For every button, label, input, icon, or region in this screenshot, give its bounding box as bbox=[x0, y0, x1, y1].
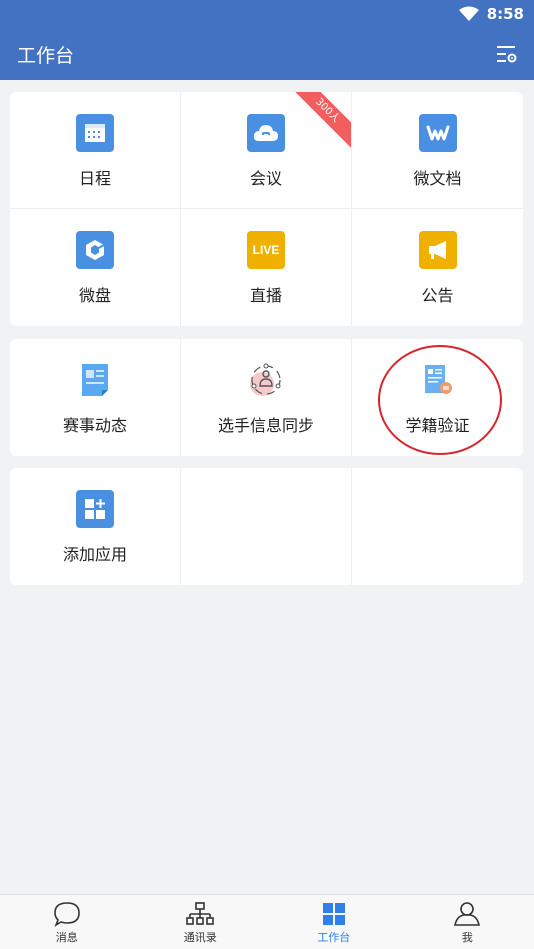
app-label: 公告 bbox=[421, 286, 454, 305]
live-icon-text: LIVE bbox=[252, 243, 280, 257]
app-label: 微文档 bbox=[413, 169, 462, 188]
bottom-tab-bar: 消息 通讯录 工作台 我 bbox=[0, 894, 534, 949]
empty-cell bbox=[352, 468, 523, 585]
chat-icon bbox=[53, 902, 80, 927]
settings-filter-icon[interactable] bbox=[496, 43, 518, 65]
capacity-badge: 300人 bbox=[288, 92, 351, 150]
app-event-news[interactable]: 赛事动态 bbox=[10, 339, 181, 456]
tab-messages[interactable]: 消息 bbox=[0, 895, 134, 949]
tab-contacts[interactable]: 通讯录 bbox=[134, 895, 268, 949]
tab-workbench[interactable]: 工作台 bbox=[267, 895, 401, 949]
megaphone-icon bbox=[418, 231, 457, 269]
page-title: 工作台 bbox=[17, 44, 75, 67]
live-icon: LIVE bbox=[247, 231, 285, 269]
apps-card-competition: 赛事动态 选手信息同步 学籍验证 bbox=[10, 339, 523, 456]
app-label: 添加应用 bbox=[62, 545, 127, 564]
empty-cell bbox=[181, 468, 352, 585]
sync-user-icon bbox=[247, 361, 285, 399]
app-live[interactable]: LIVE 直播 bbox=[181, 209, 352, 326]
tab-label: 消息 bbox=[55, 931, 78, 944]
app-header: 工作台 bbox=[0, 28, 534, 80]
apps-card-main: 日程 300人 会议 微文档 微盘 LIVE 直播 公告 bbox=[10, 92, 523, 326]
apps-card-add: 添加应用 bbox=[10, 468, 523, 585]
app-add-application[interactable]: 添加应用 bbox=[10, 468, 181, 585]
app-label: 赛事动态 bbox=[62, 416, 127, 435]
doc-w-icon bbox=[418, 114, 457, 152]
app-schedule[interactable]: 日程 bbox=[10, 92, 181, 209]
grid-icon bbox=[322, 903, 345, 925]
app-weidoc[interactable]: 微文档 bbox=[352, 92, 523, 209]
app-player-sync[interactable]: 选手信息同步 bbox=[181, 339, 352, 456]
app-label: 选手信息同步 bbox=[217, 416, 314, 435]
app-meeting[interactable]: 300人 会议 bbox=[181, 92, 352, 209]
tab-label: 通讯录 bbox=[183, 931, 217, 944]
status-bar: 8:58 bbox=[0, 0, 534, 28]
app-announcement[interactable]: 公告 bbox=[352, 209, 523, 326]
tab-me[interactable]: 我 bbox=[401, 895, 534, 949]
add-app-icon bbox=[76, 490, 114, 528]
tab-label: 我 bbox=[461, 931, 473, 944]
org-chart-icon bbox=[186, 902, 215, 925]
app-weidisk[interactable]: 微盘 bbox=[10, 209, 181, 326]
app-label: 学籍验证 bbox=[405, 416, 470, 435]
cube-icon bbox=[76, 231, 114, 269]
app-label: 直播 bbox=[249, 286, 282, 305]
wifi-icon bbox=[458, 6, 479, 21]
person-icon bbox=[454, 902, 481, 926]
calendar-icon bbox=[76, 114, 114, 152]
app-label: 微盘 bbox=[78, 286, 111, 305]
app-label: 会议 bbox=[249, 169, 282, 188]
cloud-phone-icon bbox=[247, 114, 285, 152]
news-icon bbox=[76, 361, 114, 399]
app-label: 日程 bbox=[78, 169, 111, 188]
status-time: 8:58 bbox=[486, 5, 524, 23]
tab-label: 工作台 bbox=[317, 931, 351, 944]
id-card-icon bbox=[419, 361, 457, 399]
app-student-status-verify[interactable]: 学籍验证 bbox=[352, 339, 523, 456]
